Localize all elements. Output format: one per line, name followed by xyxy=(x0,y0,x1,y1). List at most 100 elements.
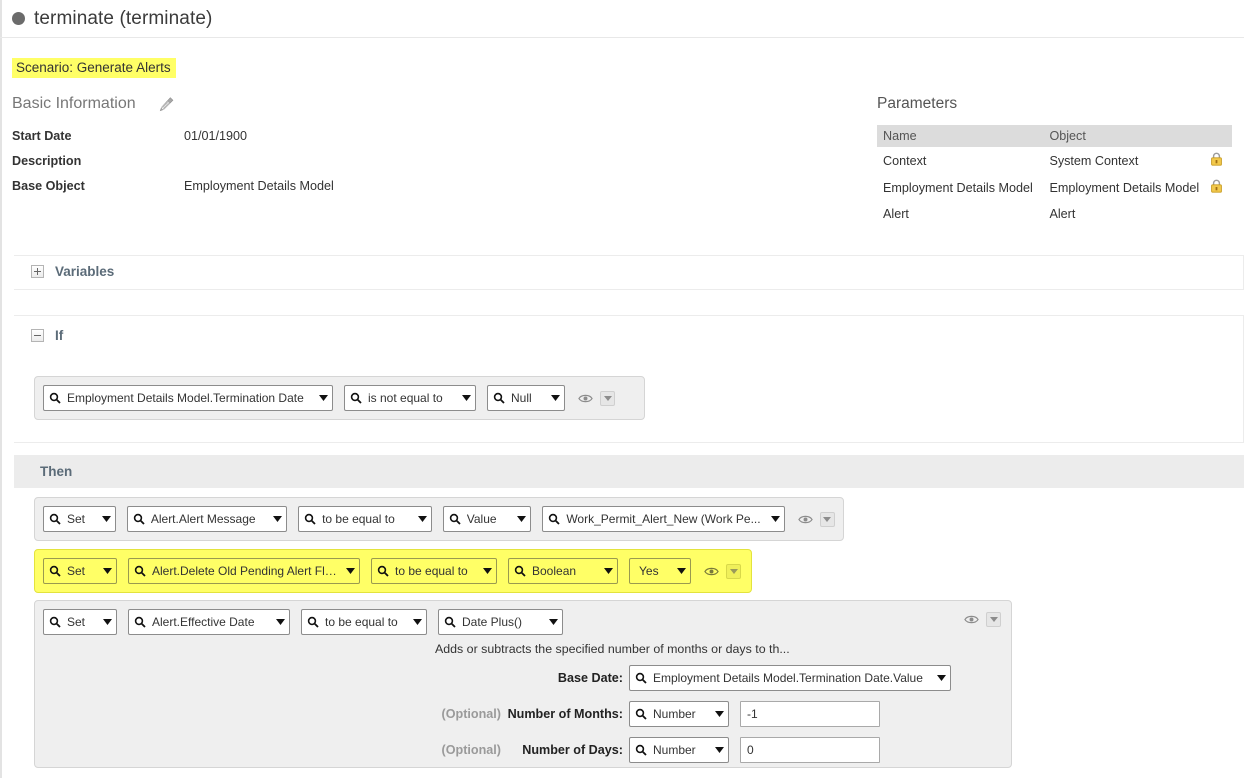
info-value: 01/01/1900 xyxy=(184,129,248,143)
row-menu-button[interactable] xyxy=(726,563,741,579)
if-condition-operator-value: is not equal to xyxy=(368,391,443,405)
then-section-header: Then xyxy=(14,455,1244,488)
info-row-base-object: Base Object Employment Details Model xyxy=(12,179,334,204)
basic-information-header: Basic Information xyxy=(12,95,175,113)
parameter-lock-cell xyxy=(1208,174,1232,201)
days-value-input[interactable]: 0 xyxy=(740,737,880,763)
statement-target-value: Alert.Alert Message xyxy=(150,512,256,526)
statement-operator-value: to be equal to xyxy=(395,564,468,578)
pencil-icon[interactable] xyxy=(158,96,175,113)
days-type-value: Number xyxy=(653,743,696,757)
status-circle-icon xyxy=(12,12,25,25)
table-row[interactable]: Context System Context xyxy=(877,147,1232,174)
function-arg-number-of-days: (Optional) Number of Days: Number 0 xyxy=(35,737,880,763)
search-icon xyxy=(307,616,319,628)
search-icon xyxy=(449,513,461,525)
chevron-down-icon xyxy=(101,516,111,522)
search-icon xyxy=(49,392,61,404)
statement-target-value: Alert.Effective Date xyxy=(152,615,255,629)
parameter-name: Employment Details Model xyxy=(883,180,1033,195)
chevron-down-icon xyxy=(413,619,422,625)
if-condition-field-dropdown[interactable]: Employment Details Model.Termination Dat… xyxy=(43,385,333,411)
base-date-dropdown[interactable]: Employment Details Model.Termination Dat… xyxy=(629,665,951,691)
variables-header[interactable]: Variables xyxy=(14,256,1243,279)
then-statement-row-function: Set Alert.Effective Date to be equal to xyxy=(34,600,1012,768)
row-menu-button[interactable] xyxy=(986,612,1001,627)
expand-variables-icon[interactable] xyxy=(31,265,44,278)
statement-operator-dropdown[interactable]: to be equal to xyxy=(298,506,432,532)
if-condition-operator-dropdown[interactable]: is not equal to xyxy=(344,385,476,411)
statement-target-dropdown[interactable]: Alert.Effective Date xyxy=(128,609,290,635)
if-condition-value: Null xyxy=(511,391,532,405)
info-row-start-date: Start Date 01/01/1900 xyxy=(12,129,334,154)
collapse-if-icon[interactable] xyxy=(31,329,44,342)
statement-action-dropdown[interactable]: Set xyxy=(43,609,117,635)
info-value: Employment Details Model xyxy=(184,179,334,193)
search-icon xyxy=(514,565,526,577)
if-header[interactable]: If xyxy=(14,316,1243,343)
eye-icon[interactable] xyxy=(798,512,813,527)
if-condition-field-value: Employment Details Model.Termination Dat… xyxy=(67,391,304,405)
table-row[interactable]: Alert Alert xyxy=(877,201,1232,227)
chevron-down-icon xyxy=(729,568,738,574)
chevron-down-icon xyxy=(319,395,328,401)
lock-icon xyxy=(1211,179,1222,193)
eye-icon[interactable] xyxy=(964,612,979,627)
statement-function-dropdown[interactable]: Date Plus() xyxy=(438,609,563,635)
parameters-table: Name Object Context System Context Emplo… xyxy=(877,125,1232,227)
chevron-down-icon xyxy=(989,617,998,622)
search-icon xyxy=(49,616,61,628)
statement-operator-value: to be equal to xyxy=(325,615,398,629)
statement-operator-dropdown[interactable]: to be equal to xyxy=(371,558,497,584)
eye-icon[interactable] xyxy=(704,564,719,579)
basic-information-heading: Basic Information xyxy=(12,95,136,112)
if-title: If xyxy=(55,328,64,343)
months-value-input[interactable]: -1 xyxy=(740,701,880,727)
chevron-down-icon xyxy=(715,747,724,753)
search-icon xyxy=(49,565,61,577)
statement-type-value: Boolean xyxy=(532,564,577,578)
statement-action-value: Set xyxy=(67,615,86,629)
parameter-object: System Context xyxy=(1049,153,1139,168)
statement-target-value: Alert.Delete Old Pending Alert Flag xyxy=(152,564,338,578)
chevron-down-icon xyxy=(346,568,355,574)
eye-icon[interactable] xyxy=(578,391,593,406)
chevron-down-icon xyxy=(551,395,560,401)
row-menu-button[interactable] xyxy=(600,390,615,406)
table-row[interactable]: Employment Details Model Employment Deta… xyxy=(877,174,1232,201)
row-menu-button[interactable] xyxy=(819,511,835,527)
scenario-label: Scenario: Generate Alerts xyxy=(12,58,176,78)
statement-row-actions xyxy=(964,612,1001,627)
chevron-down-icon xyxy=(483,568,492,574)
search-icon xyxy=(134,616,146,628)
arg-label: Number of Months: xyxy=(507,707,623,721)
statement-target-dropdown[interactable]: Alert.Alert Message xyxy=(126,506,288,532)
chevron-down-icon xyxy=(715,711,724,717)
statement-boolean-value-dropdown[interactable]: Yes xyxy=(629,558,691,584)
then-title: Then xyxy=(40,464,73,479)
months-type-dropdown[interactable]: Number xyxy=(629,701,729,727)
function-arg-base-date: Base Date: Employment Details Model.Term… xyxy=(35,665,965,691)
statement-type-dropdown[interactable]: Boolean xyxy=(508,558,618,584)
statement-action-value: Set xyxy=(67,512,86,526)
days-type-dropdown[interactable]: Number xyxy=(629,737,729,763)
statement-operator-dropdown[interactable]: to be equal to xyxy=(301,609,427,635)
statement-function-value: Date Plus() xyxy=(462,615,523,629)
parameter-object: Alert xyxy=(1049,207,1076,221)
statement-value-dropdown[interactable]: Work_Permit_Alert_New (Work Pe... xyxy=(542,506,785,532)
chevron-down-icon xyxy=(517,516,527,522)
parameters-header-row: Name Object xyxy=(877,125,1232,147)
parameters-panel: Parameters Name Object Context System Co… xyxy=(877,95,1232,227)
statement-action-dropdown[interactable]: Set xyxy=(43,506,116,532)
parameters-heading: Parameters xyxy=(877,95,958,112)
function-statement-fields: Set Alert.Effective Date to be equal to xyxy=(43,609,574,635)
statement-type-dropdown[interactable]: Value xyxy=(442,506,532,532)
basic-information-table: Start Date 01/01/1900 Description Base O… xyxy=(12,129,334,204)
statement-action-dropdown[interactable]: Set xyxy=(43,558,117,584)
chevron-down-icon xyxy=(603,395,612,401)
if-condition-value-dropdown[interactable]: Null xyxy=(487,385,565,411)
lock-icon xyxy=(1211,152,1222,166)
parameters-column-object: Object xyxy=(1041,125,1208,147)
statement-target-dropdown[interactable]: Alert.Delete Old Pending Alert Flag xyxy=(128,558,360,584)
statement-value: Yes xyxy=(639,564,659,578)
